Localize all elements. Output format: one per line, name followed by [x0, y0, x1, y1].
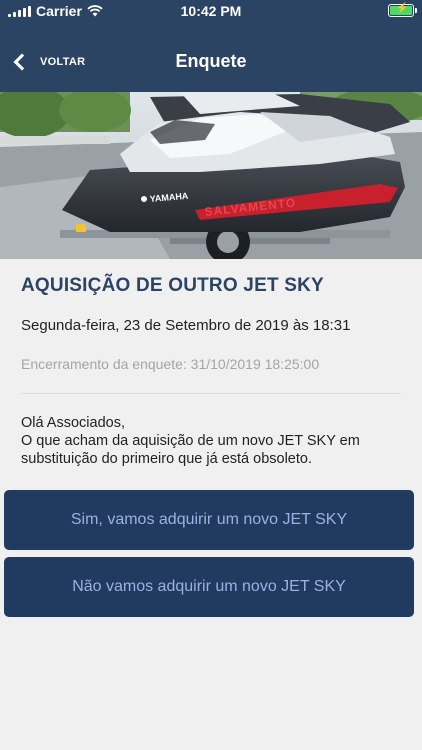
poll-option-label: Sim, vamos adquirir um novo JET SKY	[70, 511, 348, 528]
navigation-bar: VOLTAR Enquete	[0, 40, 422, 84]
poll-date: Segunda-feira, 23 de Setembro de 2019 às…	[21, 317, 351, 334]
app-header: Carrier 10:42 PM VOLTAR Enquete	[0, 0, 422, 92]
divider	[21, 393, 401, 394]
poll-closing-date: Encerramento da enquete: 31/10/2019 18:2…	[21, 356, 320, 372]
page-title: Enquete	[175, 51, 247, 71]
poll-description: Olá Associados, O que acham da aquisição…	[21, 414, 401, 468]
battery-icon	[388, 3, 417, 17]
status-bar: Carrier 10:42 PM	[0, 0, 422, 22]
poll-option-no-button[interactable]: Não vamos adquirir um novo JET SKY	[4, 557, 414, 617]
poll-option-yes-button[interactable]: Sim, vamos adquirir um novo JET SKY	[4, 490, 414, 550]
clock: 10:42 PM	[180, 3, 242, 19]
poll-option-label: Não vamos adquirir um novo JET SKY	[72, 578, 346, 595]
poll-greeting: Olá Associados,	[21, 415, 125, 431]
poll-image: YAMAHA SALVAMENTO	[0, 92, 422, 259]
poll-body-text: O que acham da aquisição de um novo JET …	[21, 433, 360, 467]
poll-title: AQUISIÇÃO DE OUTRO JET SKY	[21, 275, 324, 296]
